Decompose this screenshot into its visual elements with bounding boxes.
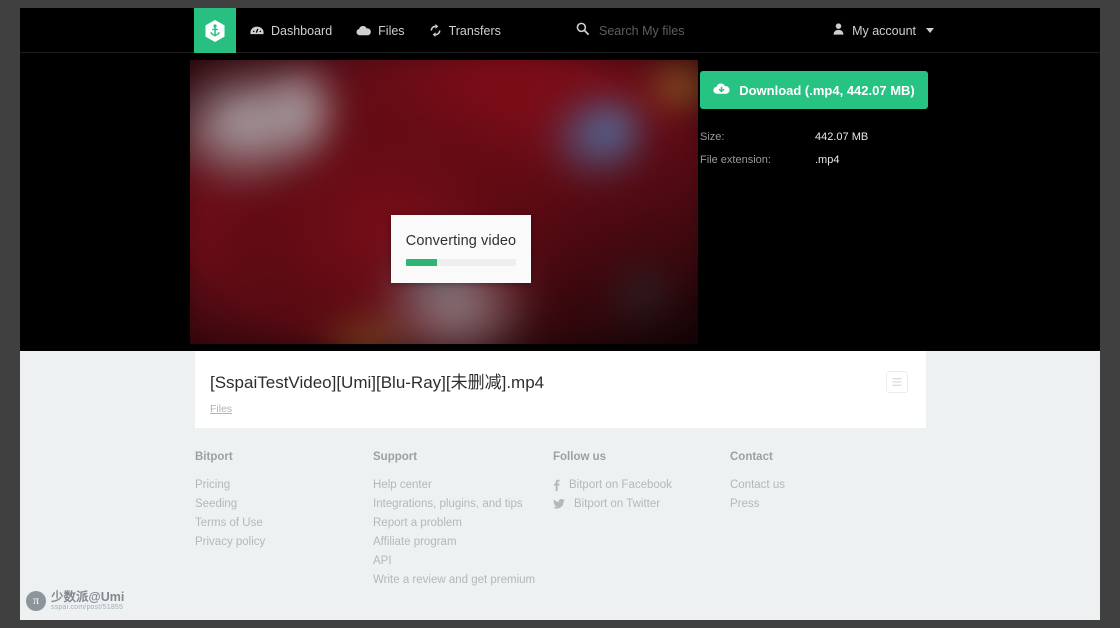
footer-link-label: Help center [373, 479, 432, 491]
nav-label: Dashboard [271, 23, 333, 38]
cloud-icon [356, 25, 371, 36]
footer-link-label: Bitport on Facebook [569, 479, 672, 491]
meta-row-extension: File extension: .mp4 [700, 154, 930, 166]
main-nav: Dashboard Files Transfers [250, 8, 501, 53]
file-meta-list: Size: 442.07 MB File extension: .mp4 [700, 131, 930, 166]
footer-column-follow-us: Follow us Bitport on Facebook Bitport on… [553, 451, 730, 593]
nav-item-transfers[interactable]: Transfers [429, 24, 501, 38]
footer-link-contact-us[interactable]: Contact us [730, 479, 890, 491]
footer-column-support: Support Help center Integrations, plugin… [373, 451, 553, 593]
meta-key: File extension: [700, 154, 771, 166]
video-thumbnail [190, 60, 698, 344]
footer-link-label: Write a review and get premium [373, 574, 536, 586]
footer-link-report-a-problem[interactable]: Report a problem [373, 517, 553, 529]
footer-link-label: Seeding [195, 498, 238, 510]
anchor-hexagon-icon [205, 19, 225, 42]
footer-heading: Support [373, 451, 418, 463]
facebook-icon [554, 479, 560, 491]
footer-link-pricing[interactable]: Pricing [195, 479, 373, 491]
footer-column-bitport: Bitport Pricing Seeding Terms of Use Pri… [195, 451, 373, 593]
nav-label: Transfers [448, 23, 501, 38]
footer-heading: Follow us [553, 451, 607, 463]
my-account-menu[interactable]: My account [833, 8, 934, 53]
page-title: [SspaiTestVideo][Umi][Blu-Ray][未删减].mp4 [210, 373, 545, 392]
footer-link-label: Contact us [730, 479, 785, 491]
download-button[interactable]: Download (.mp4, 442.07 MB) [700, 71, 928, 109]
watermark-url: sspai.com/post/51855 [51, 603, 124, 611]
site-footer: Bitport Pricing Seeding Terms of Use Pri… [195, 451, 955, 593]
watermark: π 少数派@Umi sspai.com/post/51855 [26, 589, 125, 611]
sync-arrows-icon [429, 24, 442, 37]
footer-link-facebook[interactable]: Bitport on Facebook [553, 479, 730, 491]
footer-link-label: Pricing [195, 479, 231, 491]
chevron-down-icon [926, 28, 934, 33]
list-lines-icon [892, 378, 902, 386]
watermark-badge-icon: π [26, 590, 46, 611]
footer-heading: Contact [730, 451, 773, 463]
footer-link-label: Press [730, 498, 760, 510]
footer-link-label: Privacy policy [195, 536, 266, 548]
footer-heading: Bitport [195, 451, 233, 463]
footer-link-label: API [373, 555, 392, 567]
nav-label: Files [378, 23, 405, 38]
footer-link-label: Affiliate program [373, 536, 457, 548]
download-button-label: Download (.mp4, 442.07 MB) [739, 82, 915, 98]
twitter-icon [553, 499, 565, 509]
footer-link-label: Report a problem [373, 517, 462, 529]
footer-link-affiliate-program[interactable]: Affiliate program [373, 536, 553, 548]
footer-link-label: Bitport on Twitter [574, 498, 661, 510]
watermark-text: 少数派@Umi sspai.com/post/51855 [51, 589, 125, 611]
footer-link-press[interactable]: Press [730, 498, 890, 510]
breadcrumb-files[interactable]: Files [210, 403, 232, 415]
conversion-progress-fill [406, 258, 437, 266]
file-info-card: [SspaiTestVideo][Umi][Blu-Ray][未删减].mp4 … [195, 351, 926, 428]
thumbnail-vignette [190, 60, 698, 344]
nav-item-files[interactable]: Files [356, 23, 405, 38]
footer-link-write-a-review[interactable]: Write a review and get premium [373, 574, 553, 586]
hero-section: Converting video Download (.mp4, 442.07 … [20, 53, 1100, 351]
footer-link-help-center[interactable]: Help center [373, 479, 553, 491]
user-icon [833, 23, 844, 38]
search-box[interactable] [576, 8, 836, 53]
converting-video-modal: Converting video [391, 215, 531, 283]
meta-key: Size: [700, 131, 725, 143]
footer-link-label: Terms of Use [195, 517, 263, 529]
file-options-button[interactable] [886, 371, 908, 393]
meta-row-size: Size: 442.07 MB [700, 131, 930, 143]
content-section: [SspaiTestVideo][Umi][Blu-Ray][未删减].mp4 … [20, 351, 1100, 619]
account-label: My account [852, 23, 916, 38]
top-navigation-bar: Dashboard Files Transfers Search My file… [20, 8, 1100, 53]
meta-value: 442.07 MB [815, 131, 869, 143]
browser-page: Dashboard Files Transfers Search My file… [20, 8, 1100, 620]
footer-link-label: Integrations, plugins, and tips [373, 498, 523, 510]
conversion-progress-bar [406, 258, 516, 266]
download-panel: Download (.mp4, 442.07 MB) Size: 442.07 … [700, 71, 930, 177]
footer-link-api[interactable]: API [373, 555, 553, 567]
cloud-download-icon [713, 82, 730, 98]
watermark-name: 少数派@Umi [51, 589, 125, 604]
search-input[interactable] [599, 23, 836, 38]
dashboard-gauge-icon [250, 25, 264, 37]
nav-item-dashboard[interactable]: Dashboard [250, 24, 332, 38]
footer-link-privacy-policy[interactable]: Privacy policy [195, 536, 373, 548]
footer-link-seeding[interactable]: Seeding [195, 498, 373, 510]
footer-link-twitter[interactable]: Bitport on Twitter [553, 498, 730, 510]
modal-title: Converting video [405, 232, 517, 249]
meta-value: .mp4 [815, 154, 840, 166]
footer-link-integrations[interactable]: Integrations, plugins, and tips [373, 498, 553, 510]
footer-column-contact: Contact Contact us Press [730, 451, 890, 593]
search-icon [576, 22, 589, 40]
footer-link-terms-of-use[interactable]: Terms of Use [195, 517, 373, 529]
bitport-logo[interactable] [194, 8, 236, 53]
